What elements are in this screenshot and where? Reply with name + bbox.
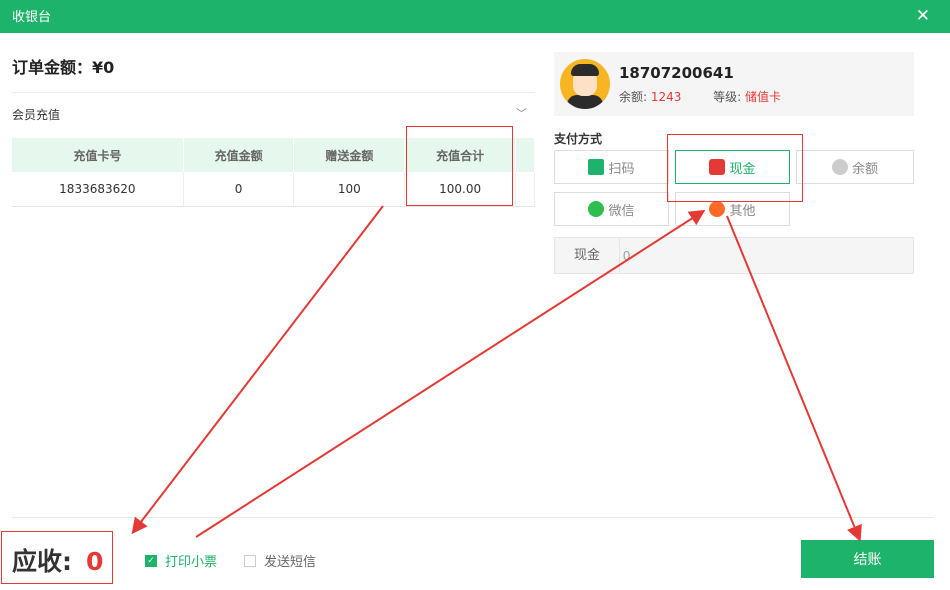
pay-cash-button[interactable]: 现金 [675, 150, 790, 184]
send-sms-checkbox[interactable]: 发送短信 [244, 551, 316, 570]
print-receipt-label: 打印小票 [165, 555, 218, 570]
chevron-down-icon: ﹀ [516, 107, 527, 120]
checkout-button[interactable]: 结账 [801, 540, 934, 578]
receivable-amount: 应收: 0 [12, 542, 103, 578]
table-row[interactable]: 1833683620 0 100 100.00 [12, 172, 535, 207]
member-info: 余额: 1243 等级: 储值卡 [619, 88, 781, 105]
order-amount: 订单金额：¥0 [12, 54, 114, 78]
row-spacer [515, 172, 535, 207]
footer-divider [12, 517, 934, 518]
print-receipt-checkbox[interactable]: ✓ 打印小票 [145, 551, 217, 570]
cash-amount-input[interactable] [621, 240, 905, 271]
window-title: 收银台 [12, 10, 52, 25]
recharge-type-select[interactable]: 会员充值 ﹀ [12, 92, 535, 135]
member-card: 18707200641 余额: 1243 等级: 储值卡 [554, 52, 914, 116]
order-amount-label: 订单金额： [12, 58, 93, 77]
cash-amount-field: 现金 [554, 237, 914, 274]
cash-field-label: 现金 [555, 238, 620, 273]
checkmark-icon: ✓ [145, 554, 157, 567]
pay-cash-label: 现金 [729, 161, 756, 177]
pay-balance-label: 余额 [851, 161, 878, 177]
pay-scan-button[interactable]: 扫码 [554, 150, 669, 184]
balance-value: 1243 [650, 90, 682, 104]
payment-method-title: 支付方式 [554, 132, 603, 146]
pay-other-button[interactable]: 其他 [675, 192, 790, 226]
balance-label: 余额: [619, 90, 648, 104]
order-amount-value: ¥0 [92, 58, 115, 77]
wallet-icon [709, 159, 726, 175]
pay-other-label: 其他 [729, 203, 756, 219]
column-header: 充值合计 [404, 138, 516, 172]
column-header: 充值卡号 [12, 138, 184, 172]
pay-wechat-button[interactable]: 微信 [554, 192, 669, 226]
avatar [560, 59, 610, 109]
title-bar: 收银台 ✕ [0, 0, 950, 33]
pay-scan-label: 扫码 [608, 161, 635, 177]
send-sms-label: 发送短信 [264, 555, 317, 570]
column-header: 赠送金额 [293, 138, 406, 172]
close-icon[interactable]: ✕ [916, 6, 930, 26]
recharge-total-cell: 100.00 [404, 172, 516, 207]
level-value: 储值卡 [744, 90, 781, 104]
recharge-type-value: 会员充值 [12, 108, 61, 122]
receivable-value: 0 [86, 547, 104, 576]
recharge-table: 充值卡号 充值金额 赠送金额 充值合计 1833683620 0 100 100… [12, 138, 535, 207]
bonus-amount-cell: 100 [293, 172, 406, 207]
qr-scan-icon [588, 159, 605, 175]
more-icon [709, 201, 726, 217]
money-bag-icon [831, 159, 848, 175]
arrow-total-to-receivable [131, 205, 384, 535]
recharge-amount-cell: 0 [183, 172, 295, 207]
level-label: 等级: [713, 90, 742, 104]
card-number-cell: 1833683620 [12, 172, 184, 207]
pay-wechat-label: 微信 [608, 203, 635, 219]
column-header: 充值金额 [183, 138, 295, 172]
wechat-icon [588, 201, 605, 217]
pay-balance-button[interactable]: 余额 [796, 150, 914, 184]
member-phone: 18707200641 [619, 64, 734, 82]
table-header-row: 充值卡号 充值金额 赠送金额 充值合计 [12, 138, 535, 172]
receivable-label: 应收: [12, 547, 72, 576]
column-header-spacer [515, 138, 535, 172]
checkbox-icon [244, 554, 256, 567]
